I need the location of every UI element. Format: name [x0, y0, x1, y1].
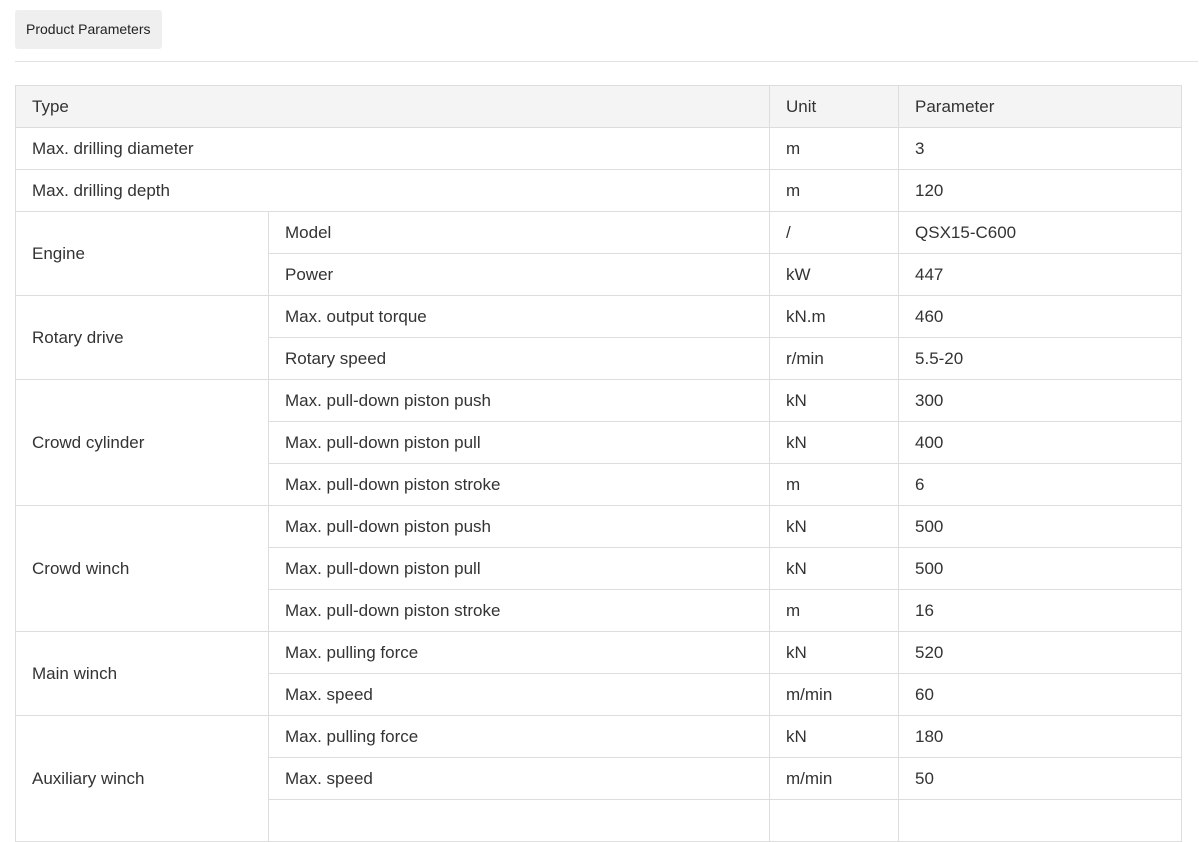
row-unit: kN [769, 547, 900, 590]
row-group-rotary-drive: Rotary drive [15, 295, 269, 380]
row-value: 500 [898, 547, 1183, 590]
row-unit: r/min [769, 337, 900, 380]
table-row: Rotary drive Max. output torque kN.m 460 [15, 295, 1183, 380]
row-unit: kN [769, 421, 900, 464]
row-subtype: Max. pull-down piston stroke [267, 589, 771, 632]
row-value: 120 [898, 169, 1183, 212]
row-value: 400 [898, 421, 1183, 464]
table-row: Auxiliary winch Max. pulling force kN 18… [15, 715, 1183, 842]
row-value: 180 [898, 715, 1183, 758]
table-header-row: Type Unit Parameter [14, 85, 1183, 128]
row-unit: kN [769, 631, 900, 674]
row-value: 460 [898, 295, 1183, 338]
row-unit: / [769, 211, 900, 254]
row-subtype: Max. output torque [267, 295, 771, 338]
row-unit: kN [769, 505, 900, 548]
row-subtype: Max. pulling force [267, 631, 771, 674]
row-value: 3 [898, 127, 1183, 170]
header-type: Type [14, 85, 771, 128]
row-value: 500 [898, 505, 1183, 548]
row-group-engine: Engine [15, 211, 269, 296]
row-subtype: Max. pull-down piston pull [267, 421, 771, 464]
row-type: Max. drilling depth [14, 169, 771, 212]
row-unit: kN [769, 715, 900, 758]
header-unit: Unit [769, 85, 900, 128]
row-unit: m [769, 127, 900, 170]
row-unit: kN.m [769, 295, 900, 338]
row-unit: m/min [769, 673, 900, 716]
row-subtype: Model [267, 211, 771, 254]
parameters-table-container: Type Unit Parameter Max. drilling diamet… [14, 85, 1183, 842]
row-subtype: Rotary speed [267, 337, 771, 380]
header-parameter: Parameter [898, 85, 1183, 128]
row-subtype: Max. speed [267, 757, 771, 800]
table-row: Engine Model / QSX15-C600 [15, 211, 1183, 296]
row-subtype: Max. pull-down piston push [267, 379, 771, 422]
table-row: Main winch Max. pulling force kN 520 [15, 631, 1183, 716]
row-subtype: Max. pull-down piston stroke [267, 463, 771, 506]
row-value: 447 [898, 253, 1183, 296]
row-unit: m [769, 463, 900, 506]
table-row: Crowd cylinder Max. pull-down piston pus… [15, 379, 1183, 506]
tab-bar: Product Parameters [15, 10, 1198, 62]
table-row: Max. drilling diameter m 3 [14, 127, 1183, 170]
row-value: 300 [898, 379, 1183, 422]
row-type: Max. drilling diameter [14, 127, 771, 170]
parameters-table: Type Unit Parameter Max. drilling diamet… [14, 85, 1183, 842]
row-value: 5.5-20 [898, 337, 1183, 380]
row-value [898, 799, 1183, 842]
row-group-crowd-winch: Crowd winch [15, 505, 269, 632]
row-value: 520 [898, 631, 1183, 674]
row-value: 16 [898, 589, 1183, 632]
row-unit: m [769, 589, 900, 632]
row-unit [769, 799, 900, 842]
table-row: Max. drilling depth m 120 [14, 169, 1183, 212]
row-group-crowd-cylinder: Crowd cylinder [15, 379, 269, 506]
row-subtype: Max. pull-down piston pull [267, 547, 771, 590]
row-value: 50 [898, 757, 1183, 800]
row-value: QSX15-C600 [898, 211, 1183, 254]
tab-product-parameters[interactable]: Product Parameters [15, 10, 162, 49]
row-group-auxiliary-winch: Auxiliary winch [15, 715, 269, 842]
table-row: Crowd winch Max. pull-down piston push k… [15, 505, 1183, 632]
row-subtype: Max. pulling force [267, 715, 771, 758]
row-unit: m/min [769, 757, 900, 800]
row-value: 60 [898, 673, 1183, 716]
row-subtype: Max. speed [267, 673, 771, 716]
row-subtype [267, 799, 771, 842]
row-value: 6 [898, 463, 1183, 506]
row-unit: m [769, 169, 900, 212]
row-group-main-winch: Main winch [15, 631, 269, 716]
row-unit: kN [769, 379, 900, 422]
row-subtype: Power [267, 253, 771, 296]
row-subtype: Max. pull-down piston push [267, 505, 771, 548]
row-unit: kW [769, 253, 900, 296]
